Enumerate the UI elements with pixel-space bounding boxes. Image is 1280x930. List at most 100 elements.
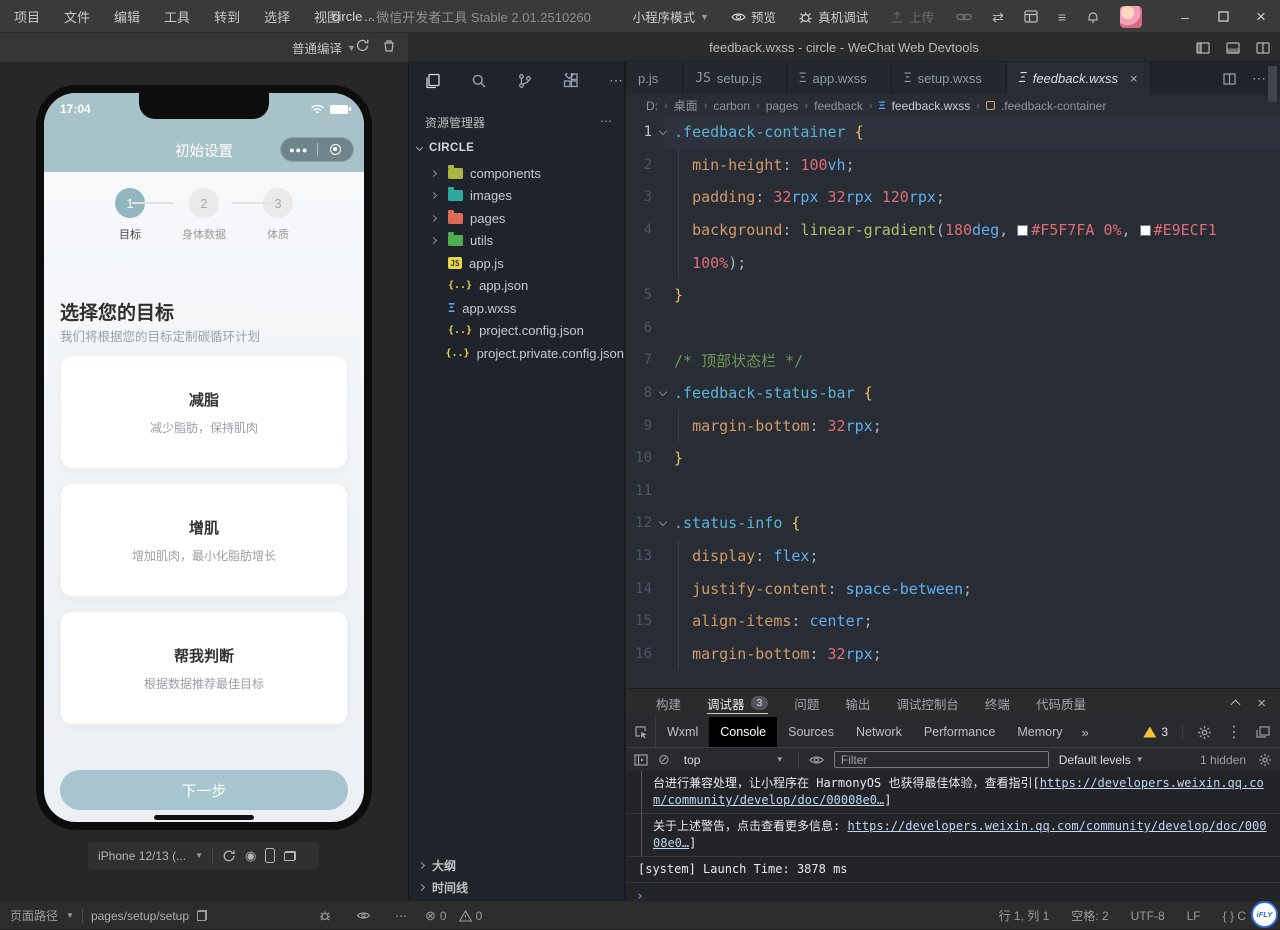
editor-tab[interactable]: JS Ξ setup.js <box>683 62 786 95</box>
devtools-tab[interactable]: Performance <box>913 717 1007 747</box>
list-menu-icon[interactable]: ≡ <box>1058 10 1066 24</box>
goal-card[interactable]: 减脂 减少脂肪，保持肌肉 <box>60 355 348 469</box>
goal-card[interactable]: 增肌 增加肌肉，最小化脂肪增长 <box>60 483 348 597</box>
console-sidebar-icon[interactable] <box>634 754 648 766</box>
panel-tab[interactable]: 构建 <box>656 689 681 717</box>
remote-debug-button[interactable]: 真机调试 <box>798 7 868 26</box>
close-tab-icon[interactable]: × <box>1130 71 1138 86</box>
capsule-menu[interactable]: ●●● <box>280 137 354 162</box>
tree-item[interactable]: JS {..} Ξ app.json <box>409 275 624 298</box>
live-expression-eye-icon[interactable] <box>809 754 824 766</box>
split-editor-icon[interactable] <box>1223 73 1236 85</box>
preview-button[interactable]: 预览 <box>731 7 776 26</box>
warning-counter[interactable]: 3 <box>1143 725 1168 739</box>
devtools-more-icon[interactable]: ⋮ <box>1226 722 1242 742</box>
fold-chevron-icon[interactable] <box>652 522 674 525</box>
panel-tab[interactable]: 调试器 3 <box>707 689 768 717</box>
panel-tab[interactable]: 终端 <box>985 689 1010 717</box>
devtools-tab[interactable]: Network <box>845 717 913 747</box>
error-count[interactable]: ⊗0 <box>425 908 447 924</box>
window-minimize-button[interactable]: – <box>1166 0 1204 33</box>
breadcrumb-item[interactable]: 桌面 <box>674 97 698 114</box>
console-message[interactable]: 台进行兼容处理，让小程序在 HarmonyOS 也获得最佳体验，查看指引[htt… <box>626 771 1280 814</box>
more-actions-icon[interactable]: ⋯ <box>609 72 623 89</box>
split-editor-icon[interactable] <box>1256 42 1270 54</box>
close-panel-icon[interactable]: × <box>1257 695 1266 712</box>
tree-item[interactable]: JS {..} Ξ app.wxss <box>409 297 624 320</box>
tree-item[interactable]: JS {..} Ξ project.config.json <box>409 320 624 343</box>
compare-arrows-icon[interactable]: ⇄ <box>992 10 1004 24</box>
collapse-panel-icon[interactable] <box>1231 700 1241 710</box>
editor-tab[interactable]: JS Ξ setup.wxss <box>892 62 1007 95</box>
editor-tab[interactable]: JS Ξ app.wxss <box>787 62 892 95</box>
devtools-tab[interactable]: Sources <box>777 717 845 747</box>
extensions-icon[interactable] <box>563 73 579 89</box>
context-select[interactable]: top▼ <box>680 753 788 767</box>
console-prompt[interactable]: › <box>626 883 1280 900</box>
more-icon[interactable]: ⋯ <box>395 909 407 923</box>
files-icon[interactable] <box>425 73 441 89</box>
bell-icon[interactable] <box>1086 10 1100 24</box>
next-step-button[interactable]: 下一步 <box>60 770 348 810</box>
compile-mode-select[interactable]: 普通编译▼ <box>292 38 356 57</box>
window-maximize-button[interactable] <box>1204 0 1242 33</box>
editor-tab[interactable]: JS Ξ feedback.wxss × <box>1007 62 1151 95</box>
editor-more-icon[interactable]: ⋯ <box>1252 70 1266 87</box>
more-dots-icon[interactable]: ●●● <box>281 145 317 155</box>
panel-tab[interactable]: 代码质量 <box>1036 689 1086 717</box>
console-message[interactable]: 关于上述警告，点击查看更多信息: https://developers.weix… <box>626 814 1280 857</box>
undock-icon[interactable] <box>1256 726 1270 738</box>
goal-card[interactable]: 帮我判断 根据数据推荐最佳目标 <box>60 611 348 725</box>
source-control-icon[interactable] <box>517 73 533 89</box>
record-target-icon[interactable] <box>318 144 354 155</box>
fold-chevron-icon[interactable] <box>652 131 674 134</box>
mode-select[interactable]: 小程序模式▼ <box>633 7 709 26</box>
tree-item[interactable]: JS {..} Ξ project.private.config.json <box>409 342 624 365</box>
menu-item[interactable]: 编辑 <box>114 7 140 26</box>
panel-tab[interactable]: 调试控制台 <box>896 689 959 717</box>
project-root-folder[interactable]: CIRCLE <box>417 142 474 154</box>
status-item[interactable]: UTF-8 <box>1131 909 1165 923</box>
breadcrumb-item[interactable]: carbon <box>713 99 750 113</box>
rotate-device-icon[interactable] <box>265 848 275 863</box>
breadcrumb-item[interactable]: feedback <box>814 99 863 113</box>
search-icon[interactable] <box>471 73 487 89</box>
console-output[interactable]: 台进行兼容处理，让小程序在 HarmonyOS 也获得最佳体验，查看指引[htt… <box>626 771 1280 900</box>
tree-item[interactable]: JS {..} Ξ components <box>409 162 624 185</box>
status-item[interactable]: 空格: 2 <box>1071 907 1108 924</box>
eye-icon[interactable] <box>356 910 371 921</box>
outline-section[interactable]: 大纲 <box>409 854 624 876</box>
toggle-sidebar-icon[interactable] <box>1196 42 1210 54</box>
menu-item[interactable]: 选择 <box>264 7 290 26</box>
status-item[interactable]: { } C <box>1223 909 1246 923</box>
menu-item[interactable]: 文件 <box>64 7 90 26</box>
devtools-settings-icon[interactable] <box>1197 725 1212 740</box>
user-avatar[interactable] <box>1120 6 1142 28</box>
multi-window-icon[interactable] <box>284 851 296 861</box>
menu-item[interactable]: 工具 <box>164 7 190 26</box>
status-item[interactable]: 行 1, 列 1 <box>999 907 1050 924</box>
toggle-panel-icon[interactable] <box>1226 42 1240 54</box>
window-close-button[interactable]: × <box>1242 0 1280 33</box>
panel-tab[interactable]: 输出 <box>845 689 870 717</box>
ifly-input-badge[interactable]: iFLY <box>1251 901 1278 928</box>
inspect-element-icon[interactable] <box>626 717 656 747</box>
devtools-tab[interactable]: Console <box>709 717 777 747</box>
log-levels-select[interactable]: Default levels▼ <box>1059 753 1144 767</box>
copy-icon[interactable] <box>197 910 207 921</box>
code-area[interactable]: 1 .feedback-container { 2 min-height: 10… <box>626 116 1280 688</box>
clear-cache-icon[interactable] <box>382 38 396 53</box>
device-select[interactable]: iPhone 12/13 (... <box>98 849 186 863</box>
record-stop-icon[interactable]: ◉ <box>245 848 256 864</box>
menu-item[interactable]: 转到 <box>214 7 240 26</box>
layout-grid-icon[interactable] <box>1024 10 1038 23</box>
warning-count[interactable]: 0 <box>459 909 483 923</box>
tree-item[interactable]: JS {..} Ξ utils <box>409 230 624 253</box>
link-icon[interactable] <box>956 12 972 22</box>
clear-console-icon[interactable]: ⊘ <box>658 751 670 768</box>
breadcrumb-symbol[interactable]: .feedback-container <box>1001 99 1106 113</box>
breadcrumb-item[interactable]: feedback.wxss <box>892 99 971 113</box>
tree-item[interactable]: JS {..} Ξ app.js <box>409 252 624 275</box>
refresh-icon[interactable] <box>355 38 370 53</box>
fold-chevron-icon[interactable] <box>652 392 674 395</box>
